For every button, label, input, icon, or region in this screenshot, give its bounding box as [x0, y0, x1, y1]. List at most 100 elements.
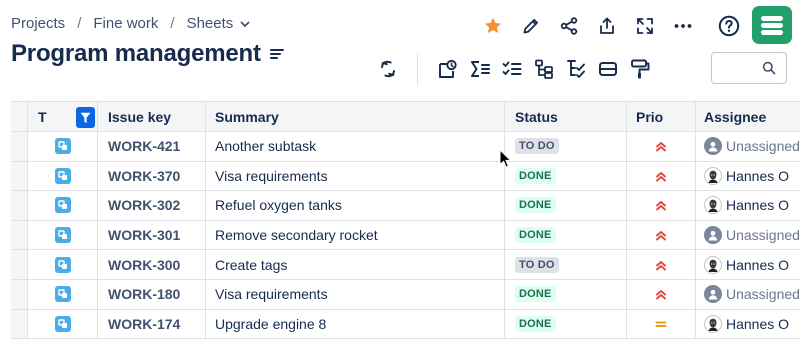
edit-icon[interactable]: [516, 12, 546, 40]
more-icon[interactable]: [668, 12, 698, 40]
issue-key-cell[interactable]: WORK-174: [98, 309, 206, 339]
table-row[interactable]: WORK-174 Upgrade engine 8 DONE Hannes O: [11, 309, 800, 340]
assignee-name: Unassigned: [726, 227, 800, 244]
row-gutter[interactable]: [11, 250, 28, 279]
star-icon[interactable]: [478, 12, 508, 40]
subtask-icon: [54, 256, 71, 273]
share-icon[interactable]: [554, 12, 584, 40]
summary-cell[interactable]: Create tags: [206, 250, 505, 279]
table-row[interactable]: WORK-421 Another subtask TO DO Unassigned: [11, 132, 800, 162]
issue-key-cell[interactable]: WORK-180: [98, 279, 206, 309]
breadcrumb-sheets[interactable]: Sheets: [187, 15, 234, 32]
column-header-priority[interactable]: Prio: [627, 102, 696, 131]
issue-key-cell[interactable]: WORK-421: [98, 132, 206, 161]
priority-cell[interactable]: [627, 191, 696, 220]
column-header-summary[interactable]: Summary: [206, 102, 505, 131]
row-gutter[interactable]: [11, 309, 28, 339]
hierarchy-icon[interactable]: [529, 54, 559, 84]
assignee-name: Hannes O: [726, 197, 790, 214]
subtask-icon: [54, 227, 71, 244]
assignee: Unassigned: [704, 285, 800, 304]
assignee-cell[interactable]: Hannes O: [696, 191, 800, 220]
status-badge: DONE: [515, 197, 556, 214]
summary-cell[interactable]: Refuel oxygen tanks: [206, 191, 505, 220]
column-header-issue-key[interactable]: Issue key: [98, 102, 206, 131]
table-row[interactable]: WORK-370 Visa requirements DONE Hannes O: [11, 161, 800, 192]
filter-icon[interactable]: [76, 107, 95, 128]
shape-icon[interactable]: [433, 54, 463, 84]
fullscreen-icon[interactable]: [630, 12, 660, 40]
sum-icon[interactable]: [465, 54, 495, 84]
breadcrumb-projects[interactable]: Projects: [11, 15, 65, 32]
priority-cell[interactable]: [627, 279, 696, 309]
avatar: [704, 255, 722, 274]
assignee-name: Hannes O: [726, 256, 790, 273]
row-gutter: [11, 102, 28, 131]
subtask-icon: [54, 167, 71, 184]
page-title: Program management: [11, 40, 261, 67]
row-gutter[interactable]: [11, 191, 28, 220]
summary-cell[interactable]: Visa requirements: [206, 161, 505, 191]
table-body: WORK-421 Another subtask TO DO Unassigned WO…: [11, 132, 800, 340]
status-cell[interactable]: DONE: [505, 309, 627, 339]
app-logo[interactable]: [752, 6, 792, 44]
summary-cell[interactable]: Visa requirements: [206, 279, 505, 309]
export-icon[interactable]: [592, 12, 622, 40]
checklist-icon[interactable]: [497, 54, 527, 84]
status-cell[interactable]: TO DO: [505, 250, 627, 279]
priority-cell[interactable]: [627, 309, 696, 339]
assignee-name: Hannes O: [726, 315, 790, 332]
table-row[interactable]: WORK-300 Create tags TO DO Hannes O: [11, 250, 800, 280]
table-row[interactable]: WORK-301 Remove secondary rocket DONE Unass…: [11, 220, 800, 251]
status-cell[interactable]: DONE: [505, 191, 627, 220]
summary-cell[interactable]: Remove secondary rocket: [206, 220, 505, 250]
title-menu-icon[interactable]: [270, 47, 284, 65]
status-cell[interactable]: DONE: [505, 161, 627, 191]
refresh-icon[interactable]: [373, 54, 403, 84]
row-gutter[interactable]: [11, 220, 28, 250]
assignee-cell[interactable]: Unassigned: [696, 132, 800, 161]
assignee: Hannes O: [704, 196, 790, 215]
row-gutter[interactable]: [11, 279, 28, 309]
assignee-cell[interactable]: Hannes O: [696, 162, 800, 191]
row-gutter[interactable]: [11, 161, 28, 191]
assignee-cell[interactable]: Hannes O: [696, 310, 800, 339]
issue-key-cell[interactable]: WORK-302: [98, 191, 206, 220]
status-cell[interactable]: DONE: [505, 220, 627, 250]
issue-key-cell[interactable]: WORK-370: [98, 161, 206, 191]
card-icon[interactable]: [593, 54, 623, 84]
search-input[interactable]: [718, 54, 764, 82]
row-gutter[interactable]: [11, 132, 28, 161]
paint-roller-icon[interactable]: [625, 54, 655, 84]
chevron-down-icon[interactable]: [239, 18, 251, 30]
status-cell[interactable]: DONE: [505, 279, 627, 309]
subtask-icon: [54, 197, 71, 214]
issue-type-cell: [28, 250, 98, 279]
table-row[interactable]: WORK-180 Visa requirements DONE Unassigned: [11, 279, 800, 310]
issue-key-cell[interactable]: WORK-300: [98, 250, 206, 279]
tree-check-icon[interactable]: [561, 54, 591, 84]
column-header-type[interactable]: T: [28, 102, 98, 131]
priority-cell[interactable]: [627, 132, 696, 161]
table-row[interactable]: WORK-302 Refuel oxygen tanks DONE Hannes O: [11, 191, 800, 221]
status-badge: TO DO: [515, 256, 559, 273]
status-badge: DONE: [515, 315, 556, 332]
priority-cell[interactable]: [627, 220, 696, 250]
priority-cell[interactable]: [627, 250, 696, 279]
priority-cell[interactable]: [627, 161, 696, 191]
summary-cell[interactable]: Upgrade engine 8: [206, 309, 505, 339]
column-header-assignee[interactable]: Assignee: [696, 102, 800, 131]
assignee-cell[interactable]: Hannes O: [696, 250, 800, 279]
assignee-cell[interactable]: Unassigned: [696, 221, 800, 250]
issue-key-cell[interactable]: WORK-301: [98, 220, 206, 250]
search-field[interactable]: [711, 52, 787, 84]
status-cell[interactable]: TO DO: [505, 132, 627, 161]
unassigned-avatar-icon: [704, 137, 722, 156]
issue-type-cell: [28, 132, 98, 161]
breadcrumb-fine-work[interactable]: Fine work: [93, 15, 158, 32]
issue-type-cell: [28, 161, 98, 191]
assignee-cell[interactable]: Unassigned: [696, 280, 800, 309]
column-header-status[interactable]: Status: [505, 102, 627, 131]
help-icon[interactable]: [714, 12, 744, 40]
summary-cell[interactable]: Another subtask: [206, 132, 505, 161]
